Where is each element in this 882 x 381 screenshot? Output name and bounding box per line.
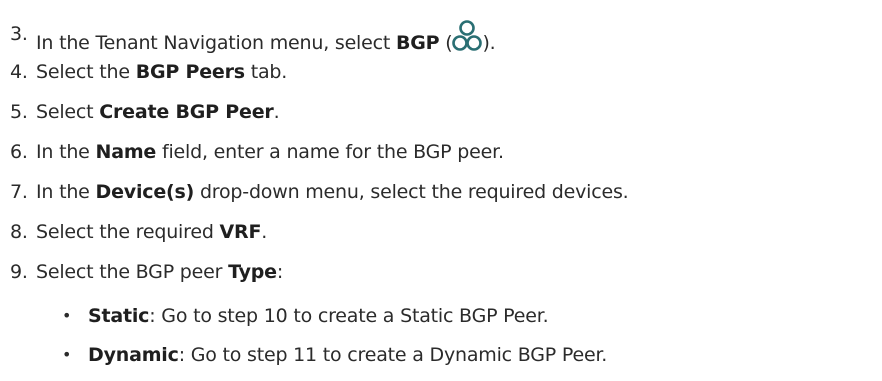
step-text: In the Tenant Navigation menu, select BG… [36, 19, 496, 58]
step-text-post: drop-down menu, select the required devi… [194, 181, 629, 203]
step-text-pre: In the [36, 181, 96, 203]
step-text-pre: In the Tenant Navigation menu, select [36, 32, 396, 54]
bullet-icon: • [62, 306, 72, 325]
substep-text: Static: Go to step 10 to create a Static… [88, 301, 549, 331]
substep-bold-term: Dynamic [88, 344, 179, 366]
substep-text: Dynamic: Go to step 11 to create a Dynam… [88, 340, 607, 370]
substep-text-post: : Go to step 11 to create a Dynamic BGP … [178, 344, 608, 366]
substep-text-post: : Go to step 10 to create a Static BGP P… [149, 305, 549, 327]
step-text-post: : [276, 261, 284, 283]
step-text-post: tab. [244, 61, 288, 83]
step-bold-term: Name [95, 141, 157, 163]
substep-bold-term: Static [88, 305, 150, 327]
step-number: 6. [10, 141, 28, 163]
step-number: 3. [10, 23, 28, 45]
step-text: In the Name field, enter a name for the … [36, 137, 504, 167]
procedure-steps: 3. In the Tenant Navigation menu, select… [0, 0, 882, 381]
step-text-post: ). [482, 32, 496, 54]
step-text-pre: Select the BGP peer [36, 261, 229, 283]
bgp-icon [452, 19, 483, 53]
step-text: Select the required VRF. [36, 217, 267, 247]
step-bold-term: VRF [219, 221, 262, 243]
step-text-pre: In the [36, 141, 96, 163]
step-number: 5. [10, 101, 28, 123]
step-number: 8. [10, 221, 28, 243]
step-bold-term: Device(s) [95, 181, 195, 203]
step-text-pre: Select [36, 101, 100, 123]
step-text: Select the BGP peer Type: [36, 257, 283, 287]
step-text-post: . [273, 101, 280, 123]
step-text-post: field, enter a name for the BGP peer. [156, 141, 504, 163]
step-bold-term: Type [228, 261, 277, 283]
step-text: In the Device(s) drop-down menu, select … [36, 177, 629, 207]
step-text-mid: ( [439, 32, 453, 54]
step-bold-term: BGP [395, 32, 440, 54]
step-number: 9. [10, 261, 28, 283]
step-number: 7. [10, 181, 28, 203]
step-text-post: . [261, 221, 268, 243]
step-text-pre: Select the required [36, 221, 220, 243]
step-bold-term: Create BGP Peer [99, 101, 274, 123]
step-bold-term: BGP Peers [135, 61, 245, 83]
step-text: Select the BGP Peers tab. [36, 57, 287, 87]
step-number: 4. [10, 61, 28, 83]
step-text: Select Create BGP Peer. [36, 97, 280, 127]
bullet-icon: • [62, 345, 72, 364]
step-text-pre: Select the [36, 61, 136, 83]
